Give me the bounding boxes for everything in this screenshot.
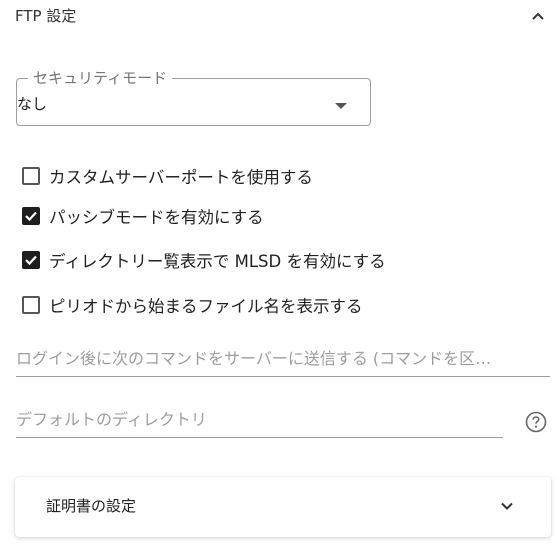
chevron-up-icon[interactable]	[528, 6, 548, 26]
option-custom-port[interactable]: カスタムサーバーポートを使用する	[22, 163, 313, 189]
option-label: パッシブモードを有効にする	[49, 208, 264, 227]
checkbox[interactable]	[22, 296, 40, 314]
dropdown-arrow-icon[interactable]	[333, 96, 349, 109]
checkbox[interactable]	[22, 207, 40, 225]
security-mode-label: セキュリティモード	[28, 67, 173, 88]
default-directory-input[interactable]	[16, 407, 503, 438]
option-mlsd[interactable]: ディレクトリー覧表示で MLSD を有効にする	[22, 247, 386, 273]
post-login-commands-input[interactable]	[16, 347, 550, 377]
option-passive-mode[interactable]: パッシブモードを有効にする	[22, 203, 264, 229]
security-mode-value: なし	[17, 95, 48, 113]
section-title: FTP 設定	[15, 7, 77, 25]
option-label: ディレクトリー覧表示で MLSD を有効にする	[49, 252, 386, 271]
help-circle-icon[interactable]	[525, 411, 547, 433]
option-dotfiles[interactable]: ピリオドから始まるファイル名を表示する	[22, 292, 363, 318]
option-label: ピリオドから始まるファイル名を表示する	[49, 297, 363, 316]
chevron-down-icon[interactable]	[497, 496, 517, 516]
option-label: カスタムサーバーポートを使用する	[49, 168, 313, 187]
checkbox[interactable]	[22, 167, 40, 185]
certificate-settings-title: 証明書の設定	[46, 497, 137, 515]
checkbox[interactable]	[22, 251, 40, 269]
